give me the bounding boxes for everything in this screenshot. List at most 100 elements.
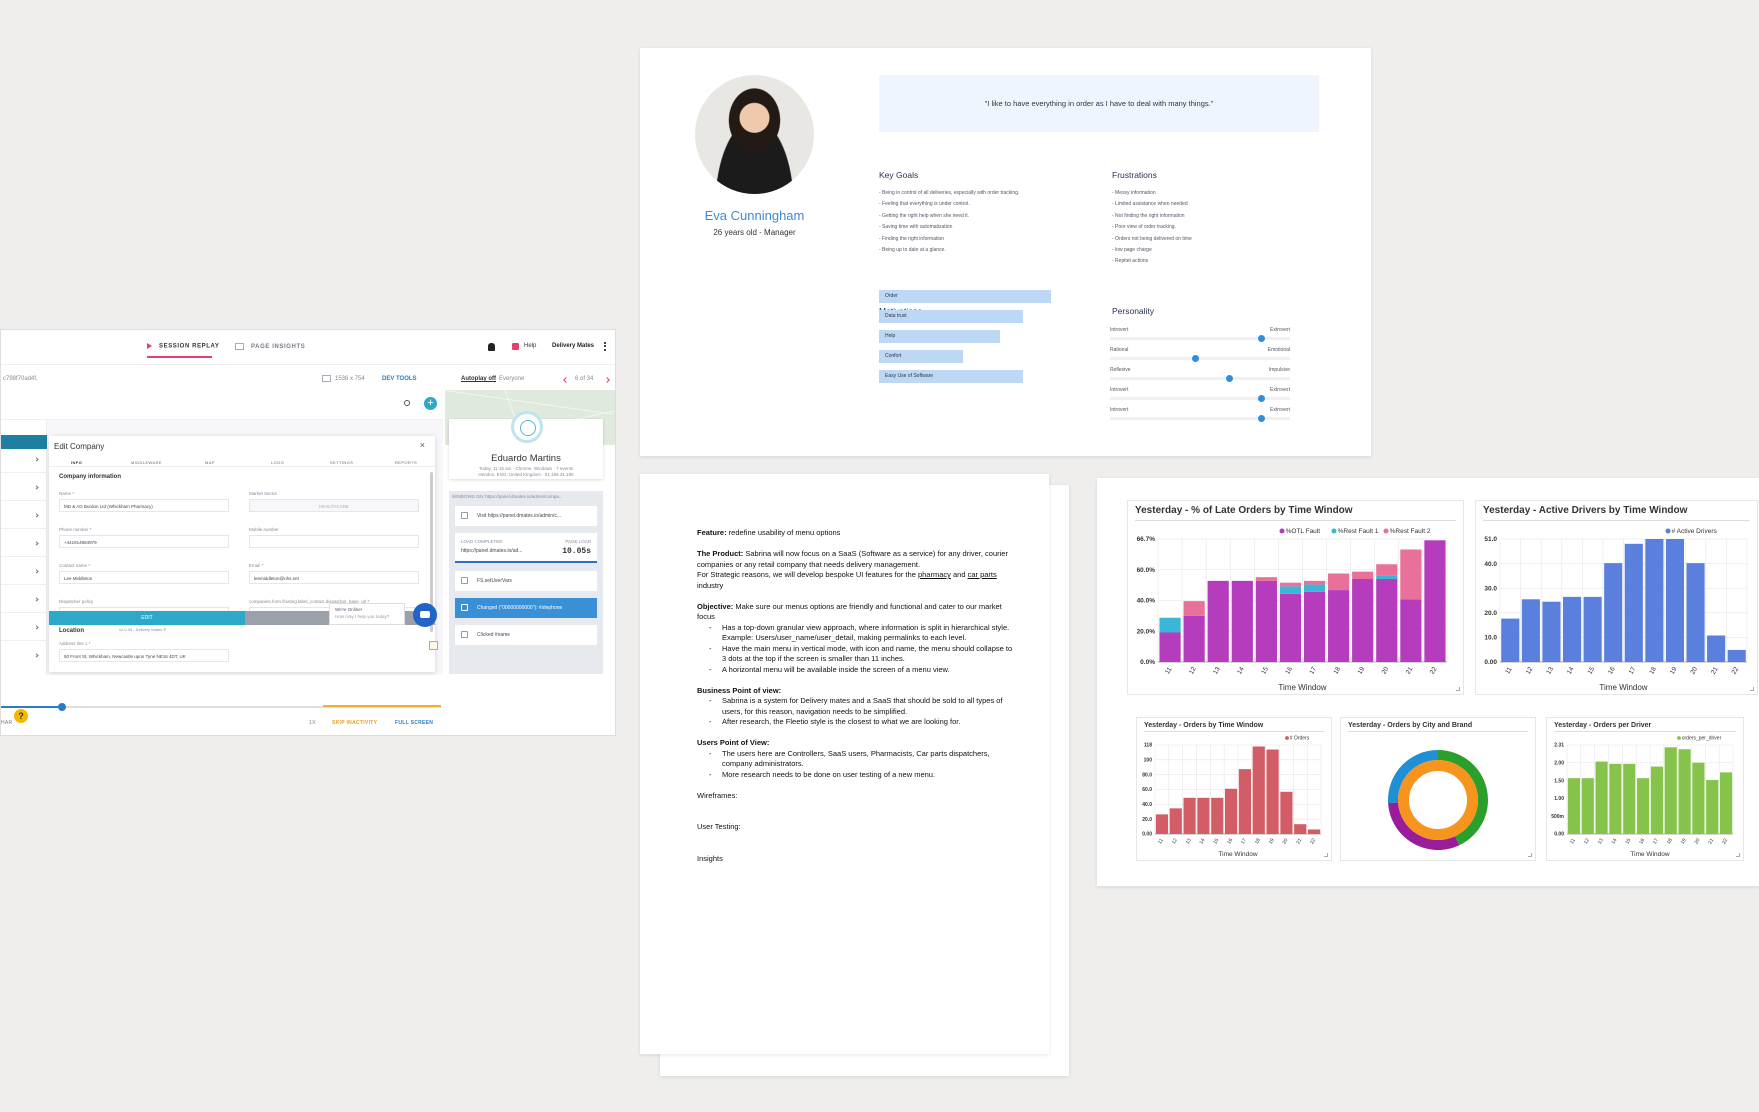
skip-inactivity-toggle[interactable]: SKIP INACTIVITY [332, 720, 377, 726]
modal-tabs: INFO MIDDLEWARE MAP LOGO SETTINGS REPORT… [49, 458, 435, 467]
audience-filter[interactable]: Everyone [499, 376, 524, 382]
chevron-right-icon[interactable] [34, 485, 39, 490]
x-tick-label: 22 [1429, 666, 1439, 676]
dev-tools-button[interactable]: DEV TOOLS [382, 376, 417, 382]
add-button[interactable]: + [424, 397, 437, 410]
product-label: The Product: [697, 549, 744, 558]
search-icon[interactable] [404, 400, 410, 406]
edit-button[interactable]: EDIT [49, 611, 245, 625]
bar [1707, 635, 1726, 662]
tab-page-insights[interactable]: PAGE INSIGHTS [235, 343, 305, 350]
event-fs-label: FS.setUserVars [477, 578, 512, 584]
tab-middleware[interactable]: MIDDLEWARE [131, 460, 162, 465]
x-tick-label: 14 [1611, 837, 1619, 845]
motivation-bar: Easy Use of Software [879, 370, 1024, 383]
slider-track [1110, 357, 1290, 360]
market-sector-field[interactable]: HEALTHCARE [249, 499, 419, 512]
feature-text: redefine usability of menu options [726, 528, 841, 537]
bar [1183, 797, 1196, 834]
chat-icon[interactable] [413, 603, 437, 627]
speed-button[interactable]: 1X [309, 720, 316, 726]
chat-popup[interactable]: We're Online! How may I help you today? [329, 603, 405, 625]
chevron-right-icon[interactable] [34, 457, 39, 462]
slider-low-label: Rational [1110, 347, 1129, 353]
more-options-icon[interactable] [604, 342, 606, 351]
y-tick-label: 0.00 [1484, 659, 1497, 666]
x-tick-label: 11 [1164, 666, 1174, 676]
fullscreen-button[interactable]: FULL SCREEN [395, 720, 433, 726]
event-load-completed[interactable]: LOAD COMPLETED PAGE LOAD https://panel.d… [455, 533, 597, 563]
address-field[interactable]: 50 Front St, Whickham, Newcastle upon Ty… [59, 649, 229, 662]
bar [1294, 824, 1307, 834]
list-item: - Poor view of order tracking. [1112, 224, 1176, 231]
phone-field[interactable]: +441914884979 [59, 535, 229, 548]
visitor-meta-line2: Hendon, ENG, United Kingdom · 81.158.31.… [478, 472, 574, 477]
y-tick-label: 20.0 [1142, 817, 1152, 823]
account-name[interactable]: Delivery Mates [552, 343, 594, 349]
tab-info[interactable]: INFO [71, 460, 82, 465]
x-tick-label: 15 [1260, 666, 1270, 676]
bar [1583, 596, 1602, 662]
personality-slider: Introvert Extrovert [1110, 407, 1290, 427]
modal-title: Edit Company [54, 442, 105, 451]
y-tick-label: 1.50 [1554, 778, 1564, 784]
x-tick-label: 11 [1569, 838, 1577, 846]
chevron-right-icon[interactable] [34, 653, 39, 658]
chevron-right-icon[interactable] [34, 569, 39, 574]
help-icon[interactable] [512, 343, 519, 350]
chevron-right-icon[interactable] [34, 625, 39, 630]
mobile-field[interactable] [249, 535, 419, 548]
tab-map[interactable]: MAP [205, 460, 215, 465]
bar [1159, 617, 1181, 633]
timeline-progress [1, 706, 62, 708]
help-question-icon[interactable]: ? [14, 709, 28, 723]
bar [1664, 747, 1677, 834]
product-text-2b: and [950, 570, 968, 579]
x-tick-label: 14 [1236, 666, 1246, 676]
autoplay-toggle[interactable]: Autoplay off [461, 376, 496, 382]
visitor-card[interactable]: Eduardo Martins Today, 11:15 am · Chrome… [449, 411, 603, 479]
tab-settings[interactable]: SETTINGS [330, 460, 353, 465]
close-icon[interactable]: × [420, 440, 425, 450]
event-clicked[interactable]: Clicked #name [455, 625, 597, 645]
name-field[interactable]: MD & AG Burdon Ltd (Whickham Pharmacy) [59, 499, 229, 512]
pharmacy-link[interactable]: pharmacy [918, 570, 951, 579]
y-tick-label: 20.0% [1137, 628, 1156, 635]
insights-heading: Insights [697, 853, 723, 863]
slider-low-label: Reflexive [1110, 367, 1131, 373]
bar [1279, 582, 1302, 587]
bar [1636, 778, 1650, 834]
event-changed[interactable]: Changed ("00000000000"): #stephone [455, 598, 597, 618]
chevron-right-icon[interactable] [34, 513, 39, 518]
x-tick-label: 18 [1254, 837, 1262, 845]
bar [1155, 814, 1169, 834]
bar [1595, 761, 1608, 834]
list-item: Have the main menu in vertical mode, wit… [697, 644, 1017, 665]
email-field[interactable]: leemiddleton@nhs.net [249, 571, 419, 584]
next-session-icon[interactable] [604, 377, 610, 383]
tab-session-replay[interactable]: SESSION REPLAY [147, 343, 220, 358]
wireframes-heading: Wireframes: [697, 790, 738, 800]
bar [1650, 766, 1664, 834]
y-tick-label: 51.0 [1484, 536, 1497, 543]
event-fs[interactable]: FS.setUserVars [455, 571, 597, 591]
chevron-right-icon[interactable] [34, 541, 39, 546]
bell-icon[interactable] [488, 343, 495, 351]
tab-logo[interactable]: LOGO [271, 460, 284, 465]
timeline-handle[interactable] [58, 703, 66, 711]
contact-field[interactable]: Lee Middleton [59, 571, 229, 584]
event-visit[interactable]: Visit https://panel.dmates.io/admin/c... [455, 506, 597, 526]
car-parts-link[interactable]: car parts [968, 570, 997, 579]
flag-icon[interactable] [429, 641, 438, 650]
chevron-right-icon[interactable] [34, 597, 39, 602]
help-link[interactable]: Help [524, 343, 536, 349]
chart-orders-by-window: Yesterday - Orders by Time Window 0.00 20.… [1136, 717, 1332, 861]
bar [1183, 615, 1205, 662]
session-counter: 6 of 34 [575, 376, 594, 382]
tab-reports[interactable]: REPORTS [395, 460, 417, 465]
har-label[interactable]: HAR [1, 720, 12, 726]
list-item: - Repitet actions [1112, 258, 1149, 265]
dispatcher-label: Dispatcher policy [59, 599, 94, 604]
x-tick-label: 22 [1731, 666, 1741, 676]
prev-session-icon[interactable] [563, 377, 569, 383]
